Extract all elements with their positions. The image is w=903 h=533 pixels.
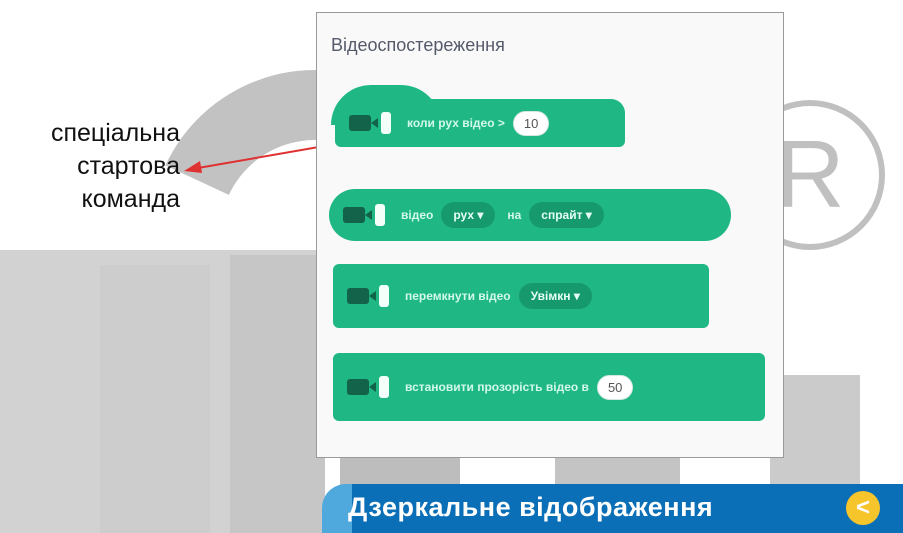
separator-icon: [375, 204, 385, 226]
video-on-sprite-reporter[interactable]: відео рух ▾ на спрайт ▾: [329, 189, 731, 241]
separator-icon: [379, 285, 389, 307]
section-banner: Дзеркальне відображення <: [322, 484, 903, 533]
video-camera-icon: [343, 207, 372, 223]
target-dropdown[interactable]: спрайт ▾: [529, 202, 604, 228]
set-video-transparency-block[interactable]: встановити прозорість відео в 50: [333, 353, 765, 421]
video-camera-icon: [347, 379, 376, 395]
block-label: встановити прозорість відео в: [405, 380, 589, 394]
block-label: перемкнути відео: [405, 289, 511, 303]
banner-title: Дзеркальне відображення: [348, 492, 714, 522]
when-video-motion-block[interactable]: коли рух відео > 10: [335, 99, 625, 147]
motion-threshold-input[interactable]: 10: [512, 110, 550, 136]
transparency-input[interactable]: 50: [596, 374, 634, 400]
annotation-text: спеціальна стартова команда: [51, 117, 180, 216]
panel-title: Відеоспостереження: [331, 35, 505, 55]
separator-icon: [381, 112, 391, 134]
video-state-dropdown[interactable]: Увімкн ▾: [518, 283, 592, 309]
video-sensing-panel: Відеоспостереження коли рух відео > 10 в…: [316, 12, 784, 458]
separator-icon: [379, 376, 389, 398]
attribute-dropdown[interactable]: рух ▾: [441, 202, 496, 228]
chevron-left-icon[interactable]: <: [846, 491, 880, 525]
annotation-line: стартова: [77, 152, 180, 180]
block-label: на: [507, 208, 522, 222]
video-camera-icon: [347, 288, 376, 304]
turn-video-block[interactable]: перемкнути відео Увімкн ▾: [333, 264, 709, 328]
annotation-line: спеціальна: [50, 119, 180, 147]
annotation-line: команда: [81, 185, 180, 213]
video-camera-icon: [349, 115, 378, 131]
block-label: коли рух відео >: [407, 116, 505, 130]
block-label: відео: [401, 208, 434, 222]
